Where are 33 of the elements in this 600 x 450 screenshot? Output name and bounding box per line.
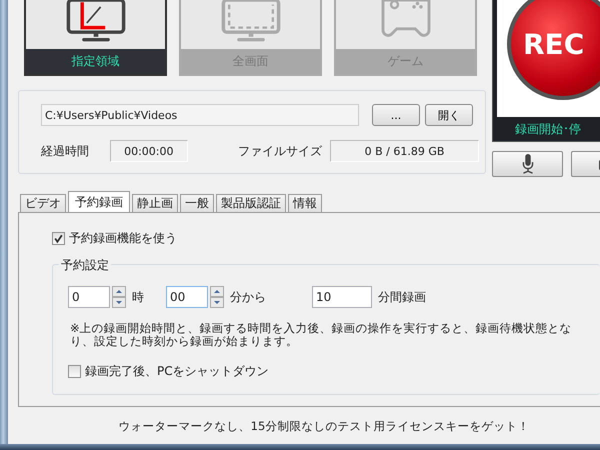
file-size-display: 0 B / 61.89 GB: [330, 140, 479, 162]
record-button[interactable]: REC: [507, 0, 600, 100]
checkbox[interactable]: [52, 232, 65, 245]
mode-label: 指定領域: [26, 49, 165, 74]
duration-field[interactable]: 10: [312, 286, 372, 308]
open-button[interactable]: 開く: [425, 104, 473, 126]
browse-button[interactable]: ...: [372, 104, 420, 126]
tab[interactable]: 静止画: [132, 194, 178, 212]
elapsed-time-display: 00:00:00: [110, 140, 188, 162]
tab[interactable]: 予約録画: [68, 191, 130, 212]
tab[interactable]: 情報: [288, 194, 322, 212]
path-field[interactable]: C:¥Users¥Public¥Videos: [41, 104, 359, 126]
group-title: 予約設定: [59, 257, 111, 274]
record-caption: 録画開始･停: [514, 120, 582, 138]
unit-label: 分から: [230, 288, 266, 306]
tab[interactable]: 製品版認証: [216, 194, 286, 212]
checkbox[interactable]: [68, 365, 81, 378]
checkbox-label: 予約録画機能を使う: [69, 230, 177, 247]
tab[interactable]: ビデオ: [20, 194, 66, 212]
spinner[interactable]: [210, 286, 224, 308]
number-field[interactable]: 0: [68, 286, 110, 308]
capture-mode-tile[interactable]: 指定領域: [24, 0, 167, 76]
elapsed-label: 経過時間: [41, 142, 90, 160]
note-text: ※上の録画開始時間と、録画する時間を入力後、録画の操作を実行すると、録画待機状態となり、設定した時刻から録画が始まります。: [70, 322, 573, 348]
unit-label: 分間録画: [378, 288, 426, 306]
microphone-button[interactable]: [492, 151, 563, 177]
checkbox-label: 録画完了後、PCをシャットダウン: [85, 363, 269, 380]
number-field[interactable]: 00: [166, 286, 208, 308]
file-size-label: ファイルサイズ: [238, 142, 322, 160]
spinner[interactable]: [112, 286, 126, 308]
unit-label: 時: [132, 288, 144, 306]
tab[interactable]: 一般: [180, 194, 214, 212]
license-link[interactable]: ウォーターマークなし、15分制限なしのテスト用ライセンスキーをゲット！: [118, 419, 530, 434]
